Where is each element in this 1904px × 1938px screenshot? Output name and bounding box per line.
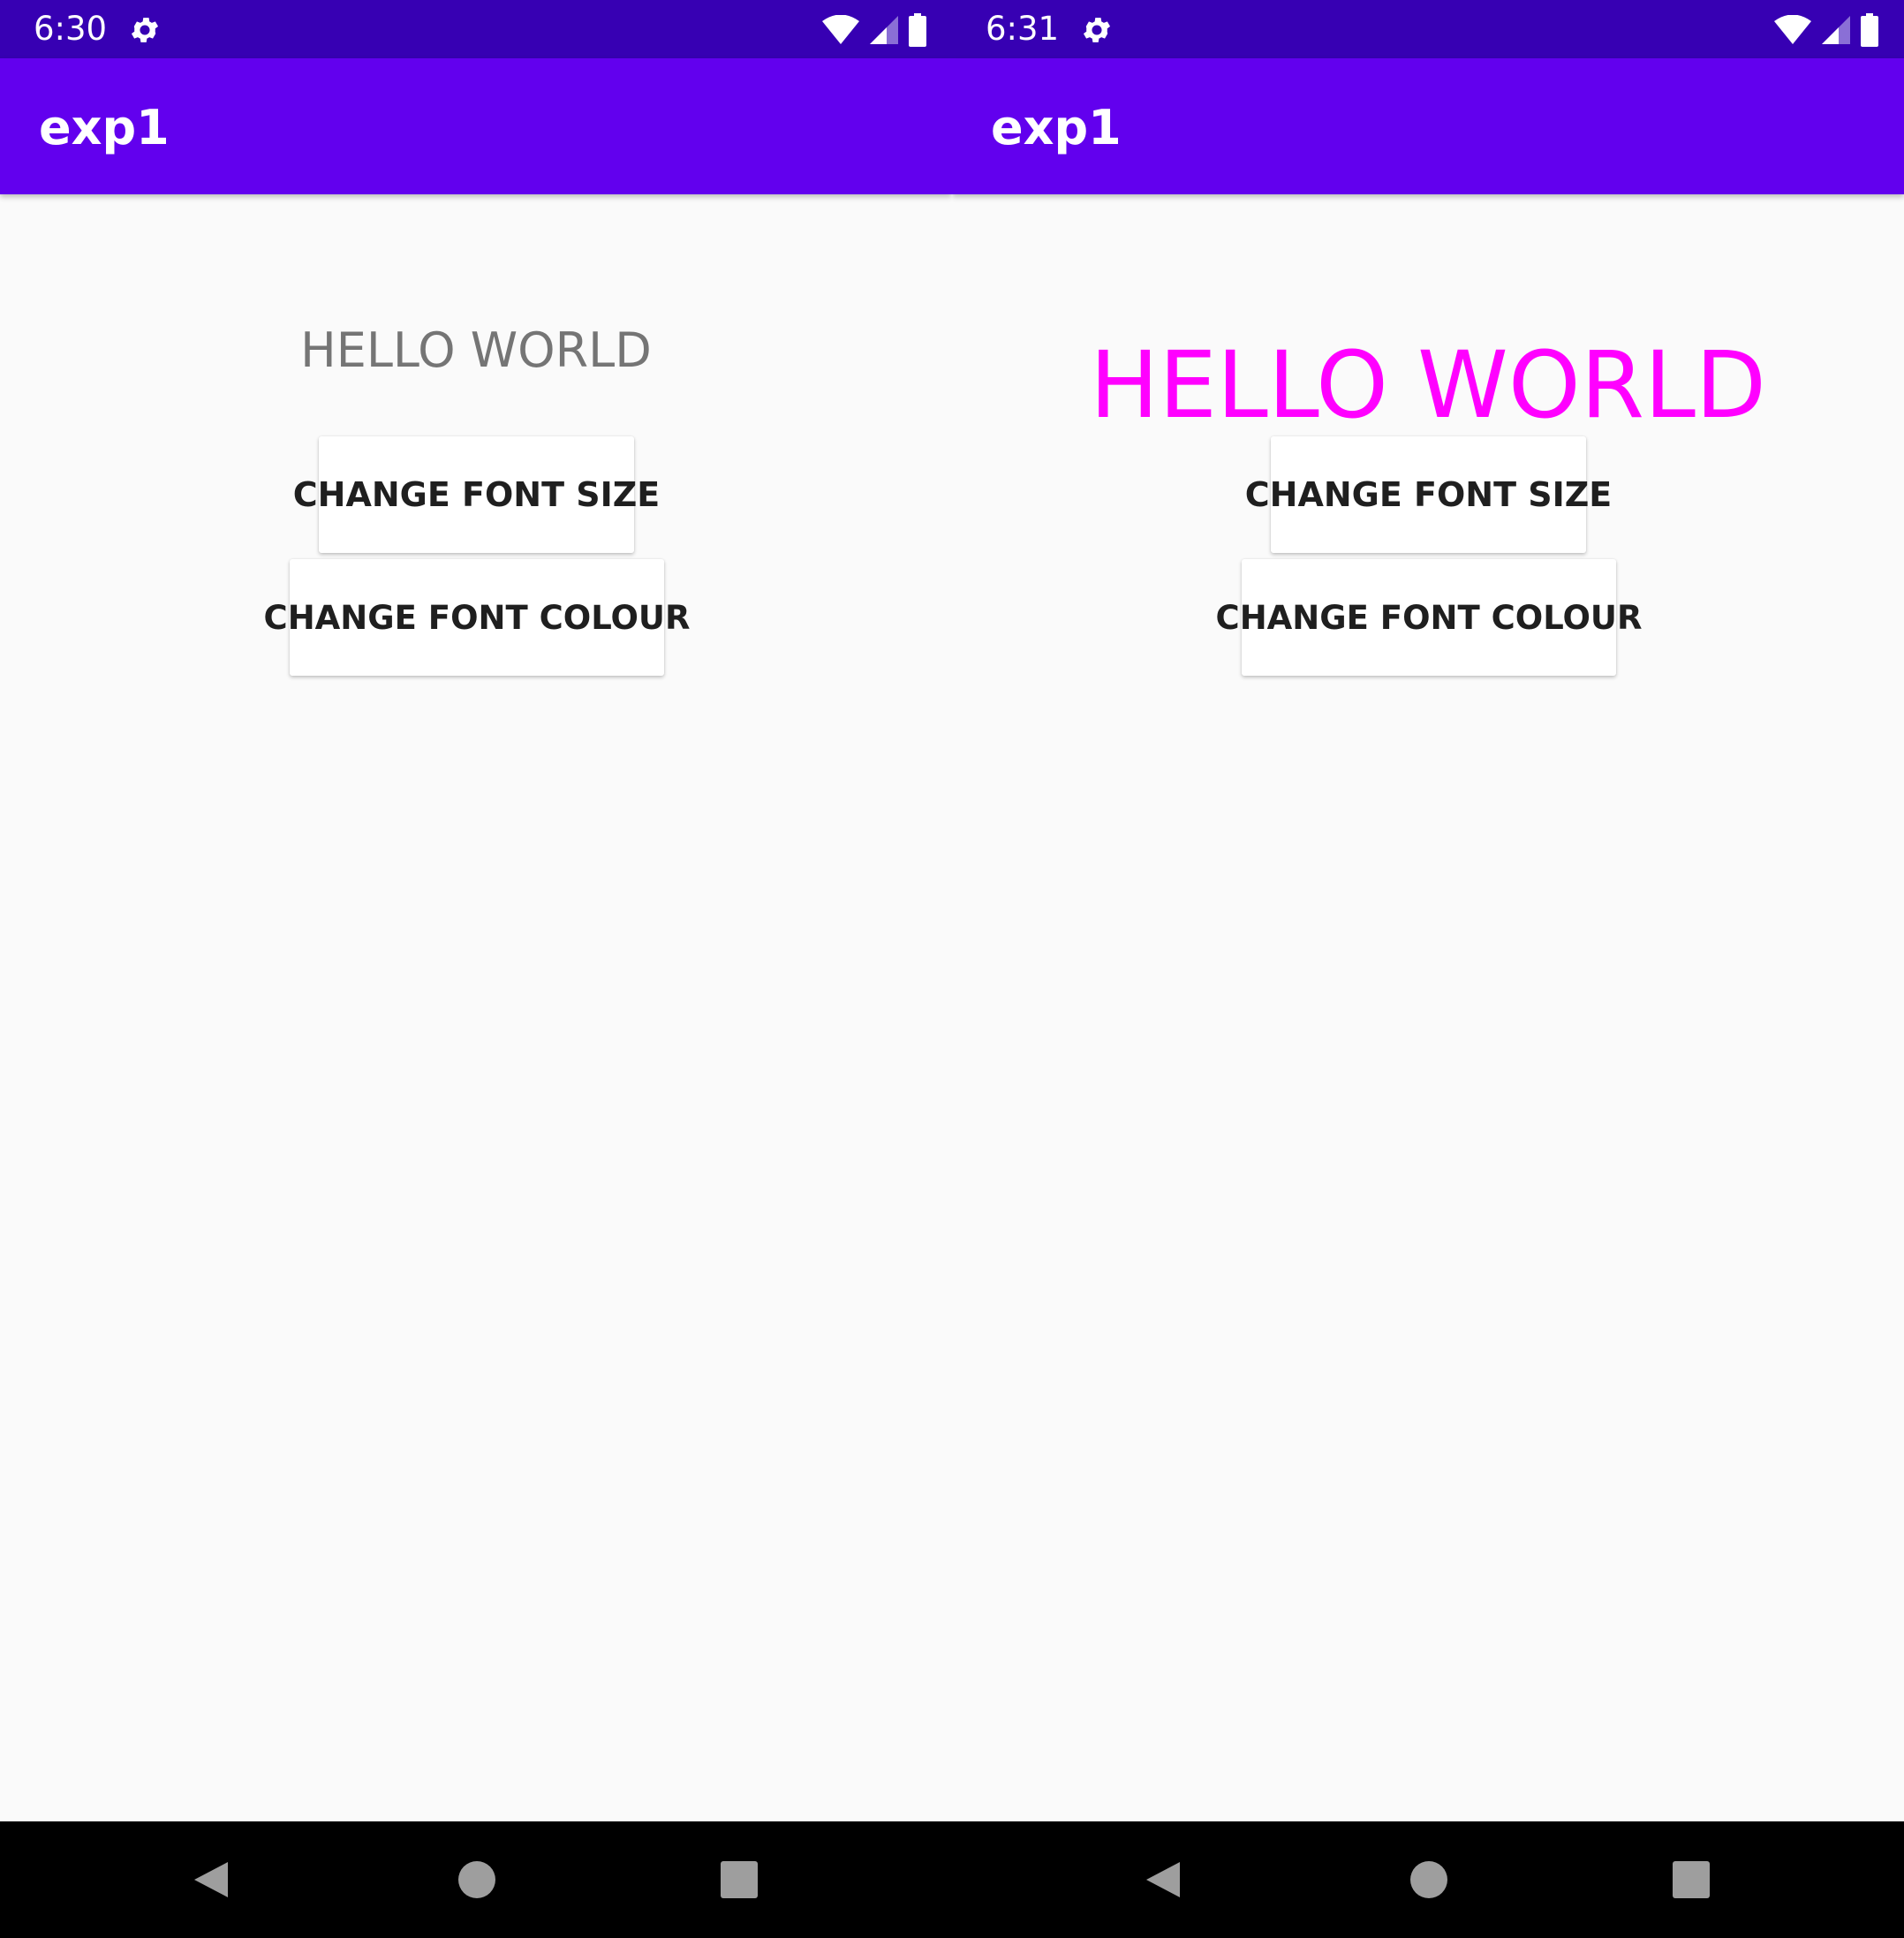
settings-gear-icon <box>1083 18 1111 42</box>
change-font-size-button[interactable]: CHANGE FONT SIZE <box>1245 436 1612 553</box>
phone-screen-after: 6:31 exp1 HELLO WORLD CHANGE FONT SIZE C… <box>952 0 1904 1938</box>
change-font-colour-button[interactable]: CHANGE FONT COLOUR <box>264 559 690 676</box>
hello-world-text: HELLO WORLD <box>300 322 652 378</box>
status-bar: 6:30 <box>0 0 952 58</box>
back-icon[interactable] <box>1141 1859 1183 1901</box>
change-font-colour-button[interactable]: CHANGE FONT COLOUR <box>1216 559 1642 676</box>
navigation-bar <box>952 1821 1904 1938</box>
home-icon[interactable] <box>1408 1859 1450 1901</box>
back-icon[interactable] <box>189 1859 231 1901</box>
screens-container: 6:30 exp1 HELLO WORLD CHANGE FONT SIZE C… <box>0 0 1904 1938</box>
app-title: exp1 <box>991 100 1122 155</box>
status-icons <box>1773 12 1879 48</box>
wifi-icon <box>1774 15 1811 44</box>
status-bar: 6:31 <box>952 0 1904 58</box>
wifi-icon <box>822 15 859 44</box>
app-bar: exp1 <box>0 58 952 194</box>
app-bar: exp1 <box>952 58 1904 194</box>
status-icons <box>821 12 927 48</box>
battery-icon <box>1861 13 1878 47</box>
recents-icon[interactable] <box>1670 1859 1712 1901</box>
recents-icon[interactable] <box>718 1859 760 1901</box>
signal-icon <box>870 16 898 44</box>
phone-screen-before: 6:30 exp1 HELLO WORLD CHANGE FONT SIZE C… <box>0 0 952 1938</box>
status-time: 6:30 <box>34 10 108 48</box>
home-icon[interactable] <box>456 1859 498 1901</box>
signal-icon <box>1822 16 1850 44</box>
navigation-bar <box>0 1821 952 1938</box>
settings-gear-icon <box>131 18 159 42</box>
app-title: exp1 <box>39 100 170 155</box>
battery-icon <box>909 13 926 47</box>
change-font-size-button[interactable]: CHANGE FONT SIZE <box>293 436 660 553</box>
status-time: 6:31 <box>986 10 1060 48</box>
hello-world-text: HELLO WORLD <box>1090 331 1766 439</box>
